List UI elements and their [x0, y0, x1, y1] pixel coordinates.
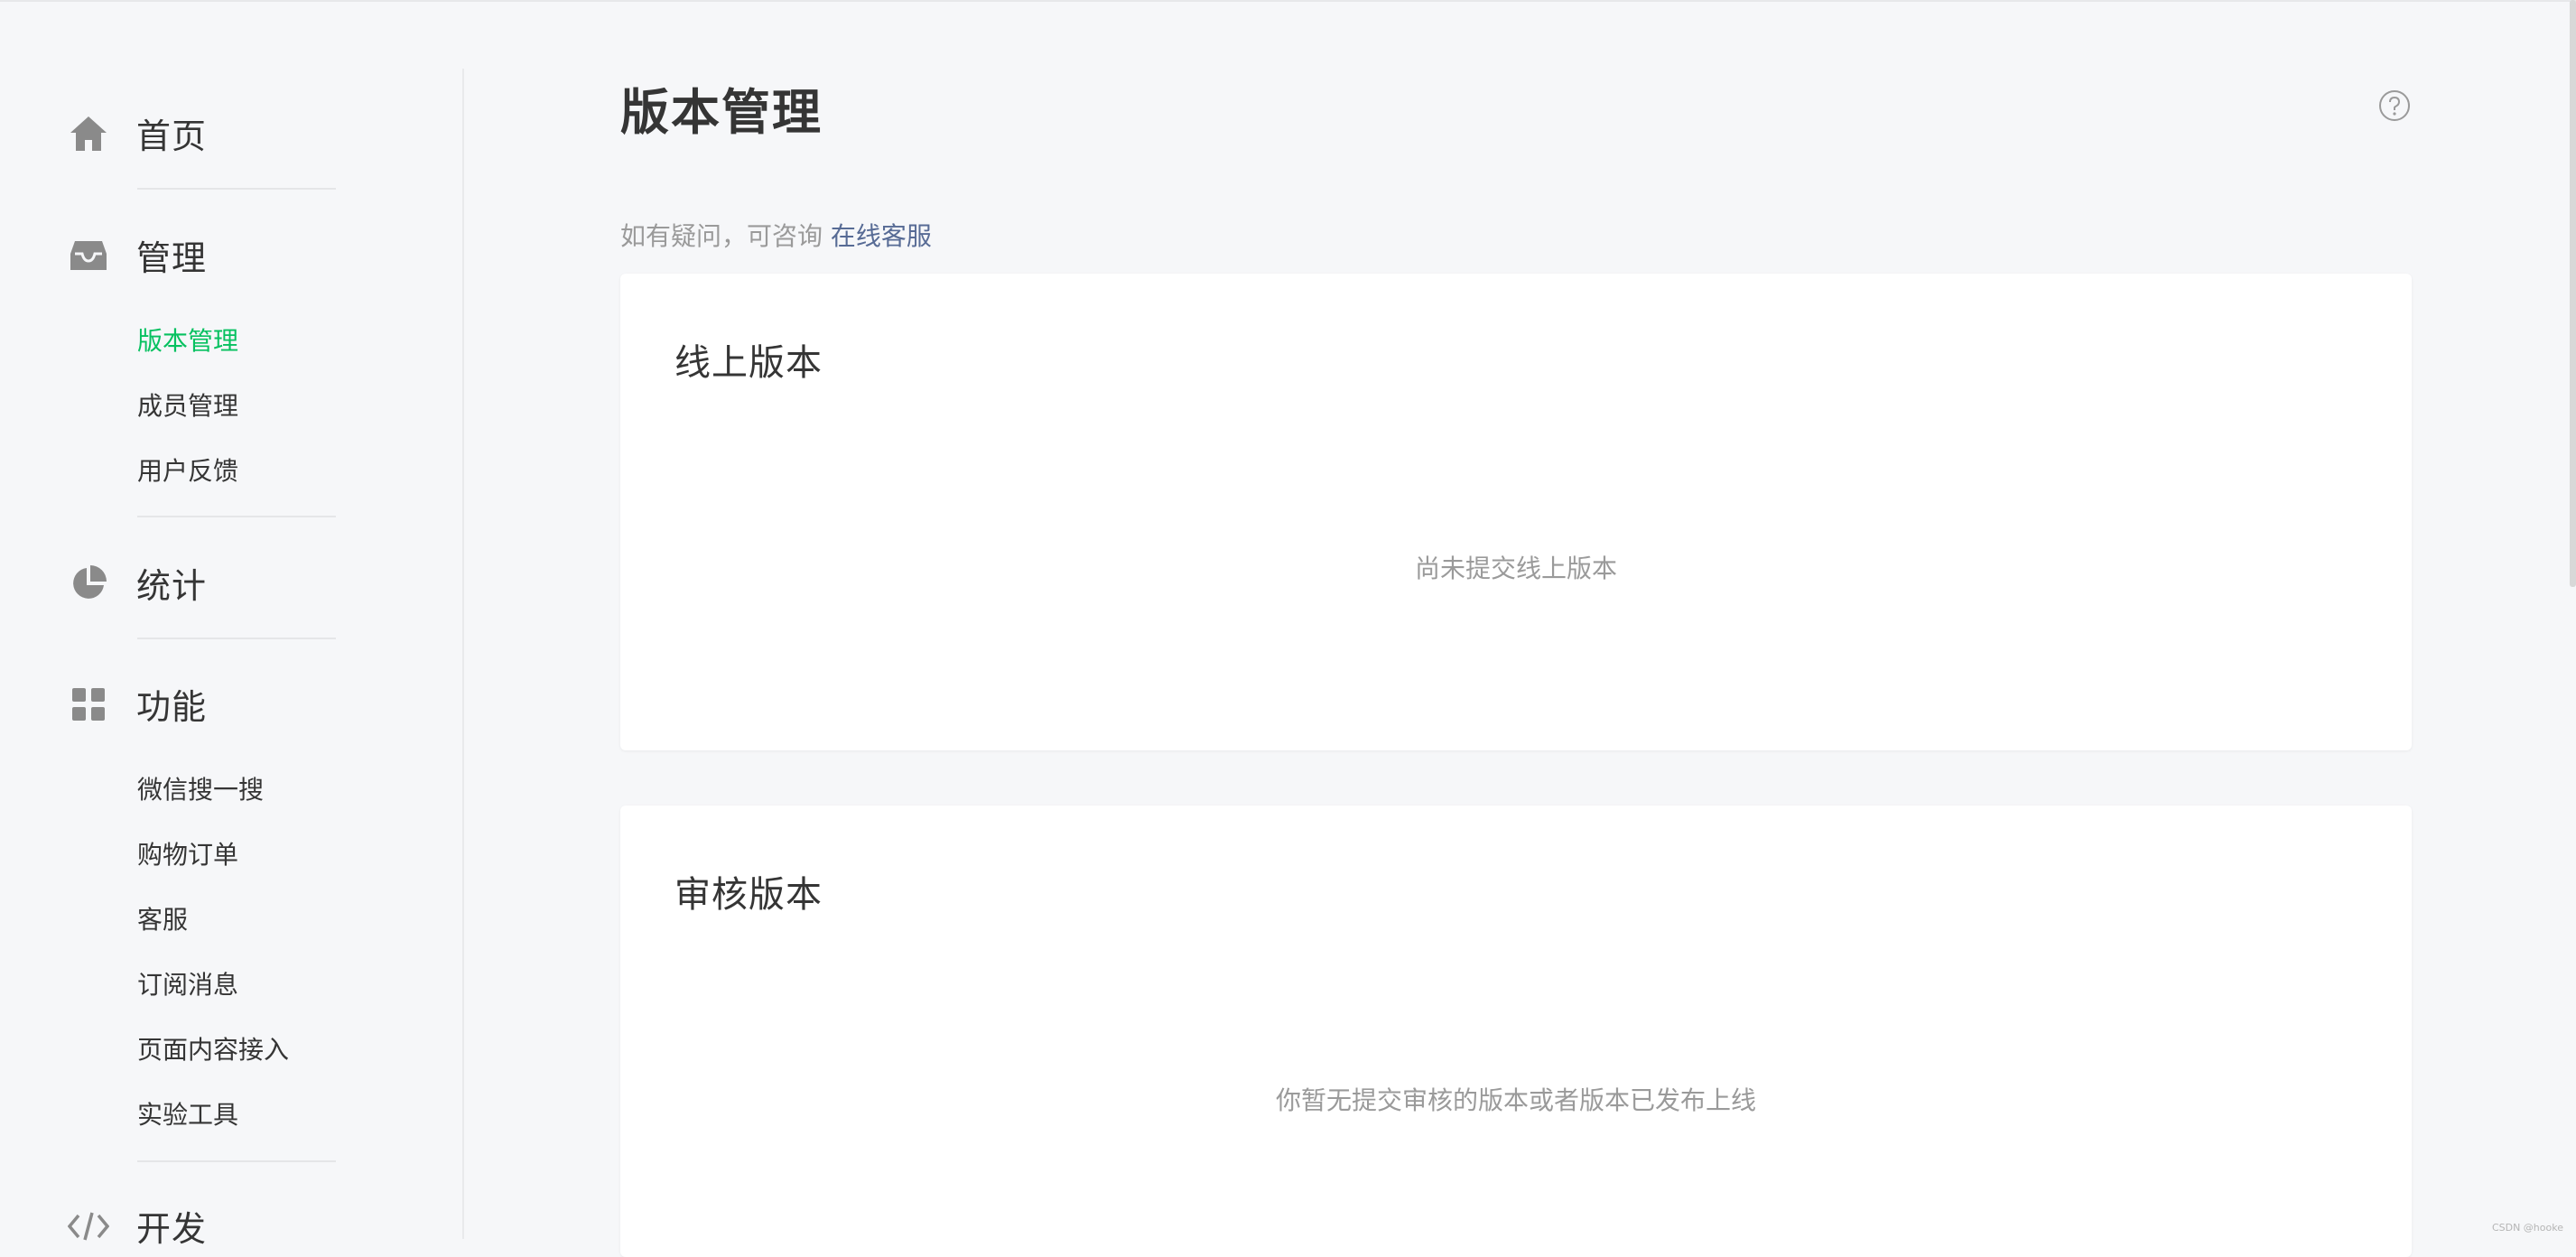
help-notice: 如有疑问，可咨询 在线客服	[620, 217, 932, 253]
watermark: CSDN @hooke	[2491, 1222, 2563, 1234]
nav-sub-customer-service[interactable]: 客服	[137, 902, 188, 938]
review-version-empty-text: 你暂无提交审核的版本或者版本已发布上线	[1275, 1085, 1756, 1115]
nav-develop[interactable]: 开发	[67, 1201, 207, 1251]
inbox-icon	[67, 234, 110, 277]
sidebar: 首页 管理 版本管理 成员管理 用户反馈 统计 功能 微信搜一搜 购物订单 客服…	[0, 0, 462, 1249]
nav-manage[interactable]: 管理	[67, 230, 207, 280]
nav-sub-version-manage[interactable]: 版本管理	[137, 323, 238, 359]
nav-features-label: 功能	[136, 687, 208, 727]
nav-sub-user-feedback[interactable]: 用户反馈	[137, 453, 238, 489]
online-version-title: 线上版本	[674, 342, 823, 384]
nav-divider	[137, 516, 336, 517]
sidebar-divider	[462, 69, 464, 1239]
home-icon	[67, 112, 110, 155]
review-version-title: 审核版本	[674, 874, 823, 916]
nav-divider	[137, 188, 336, 190]
help-notice-text: 如有疑问，可咨询	[620, 221, 831, 251]
online-version-empty-text: 尚未提交线上版本	[1414, 554, 1617, 583]
page-title: 版本管理	[620, 84, 823, 141]
nav-develop-label: 开发	[136, 1209, 208, 1249]
nav-manage-label: 管理	[136, 238, 208, 278]
nav-divider	[137, 1160, 336, 1162]
help-circle-icon[interactable]	[2378, 89, 2411, 122]
grid-icon	[67, 683, 110, 726]
nav-sub-page-content-access[interactable]: 页面内容接入	[137, 1032, 289, 1068]
nav-sub-subscription-messages[interactable]: 订阅消息	[137, 967, 238, 1003]
nav-sub-shopping-orders[interactable]: 购物订单	[137, 837, 238, 873]
page-scrollbar[interactable]	[2570, 0, 2576, 587]
nav-sub-wechat-search[interactable]: 微信搜一搜	[137, 772, 264, 808]
pie-chart-icon	[67, 562, 110, 605]
nav-sub-member-manage[interactable]: 成员管理	[137, 388, 238, 424]
nav-sub-experiment-tools[interactable]: 实验工具	[137, 1097, 238, 1133]
nav-stats-label: 统计	[136, 566, 208, 606]
online-support-link[interactable]: 在线客服	[831, 221, 932, 251]
nav-home-label: 首页	[136, 116, 208, 156]
nav-divider	[137, 638, 336, 639]
online-version-card: 线上版本 尚未提交线上版本	[620, 274, 2412, 750]
nav-features[interactable]: 功能	[67, 679, 207, 729]
review-version-card: 审核版本 你暂无提交审核的版本或者版本已发布上线	[620, 805, 2412, 1257]
nav-stats[interactable]: 统计	[67, 558, 207, 608]
code-icon	[67, 1205, 110, 1248]
nav-home[interactable]: 首页	[67, 108, 207, 158]
